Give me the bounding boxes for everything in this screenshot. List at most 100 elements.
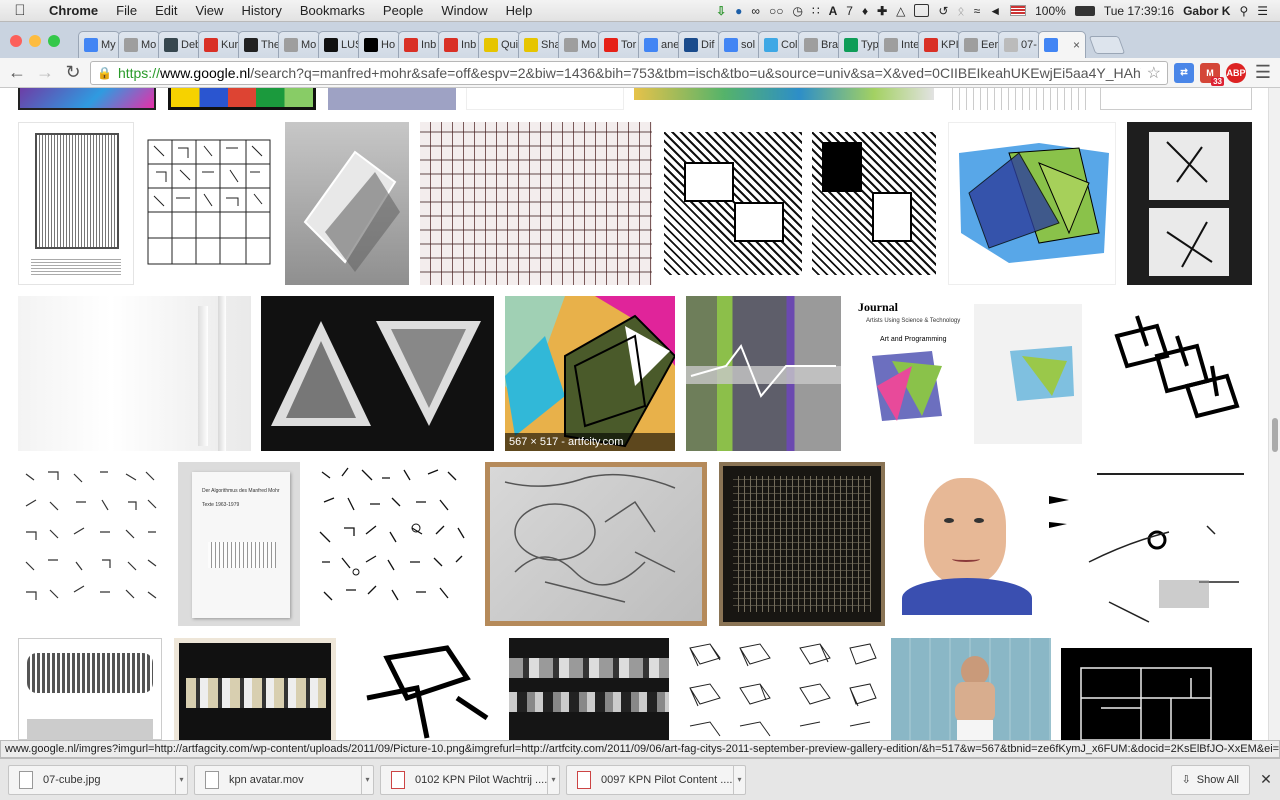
flag-icon[interactable] <box>1010 5 1027 16</box>
image-result[interactable] <box>485 462 707 626</box>
adblock-plus-icon[interactable]: ABP <box>1226 62 1246 83</box>
browser-tab[interactable]: Mo <box>118 31 160 58</box>
browser-tab[interactable]: Sha <box>518 31 560 58</box>
browser-tab[interactable]: sol <box>718 31 760 58</box>
menu-edit[interactable]: Edit <box>146 3 186 18</box>
image-result[interactable] <box>18 638 162 740</box>
image-result[interactable] <box>174 638 336 740</box>
image-result[interactable] <box>1100 88 1252 110</box>
image-result[interactable] <box>466 88 624 110</box>
download-arrow-icon[interactable]: ⇩ <box>716 4 726 18</box>
image-result[interactable] <box>946 88 1090 110</box>
minimize-window-icon[interactable] <box>29 35 41 47</box>
image-result[interactable]: Journal Artists Using Science & Technolo… <box>852 296 1085 451</box>
image-result[interactable] <box>1049 462 1252 626</box>
image-result[interactable] <box>1127 122 1252 285</box>
image-result[interactable] <box>18 88 156 110</box>
image-result[interactable] <box>261 296 494 451</box>
browser-tab[interactable]: Inte <box>878 31 920 58</box>
image-result[interactable] <box>812 132 936 275</box>
image-result[interactable] <box>146 138 272 266</box>
image-result[interactable] <box>896 474 1038 615</box>
image-result[interactable] <box>18 462 166 626</box>
glasses-icon[interactable]: ○○ <box>769 4 784 18</box>
menu-people[interactable]: People <box>374 3 432 18</box>
link-icon[interactable]: ∞ <box>751 4 760 18</box>
chrome-menu-icon[interactable]: ☰ <box>1252 62 1274 84</box>
browser-tab[interactable]: Typ <box>838 31 880 58</box>
menu-view[interactable]: View <box>186 3 232 18</box>
chevron-down-icon[interactable]: ▾ <box>361 765 373 794</box>
battery-icon[interactable] <box>1074 5 1095 16</box>
chevron-down-icon[interactable]: ▾ <box>733 765 745 794</box>
show-all-downloads-button[interactable]: ⇩ Show All <box>1170 764 1250 795</box>
translate-extension-icon[interactable]: ⇄ <box>1174 62 1194 83</box>
browser-tab[interactable]: Mo <box>278 31 320 58</box>
address-bar[interactable]: 🔒 https://www.google.nl/search?q=manfred… <box>90 60 1168 85</box>
grid-icon[interactable]: ∷ <box>812 4 820 18</box>
volume-icon[interactable]: ◄ <box>989 4 1001 18</box>
image-result[interactable] <box>634 88 934 100</box>
browser-tab[interactable]: Eer <box>958 31 1000 58</box>
image-result[interactable] <box>891 638 1051 740</box>
drive-icon[interactable]: △ <box>896 4 905 18</box>
user-name[interactable]: Gabor K <box>1183 4 1230 18</box>
menu-window[interactable]: Window <box>432 3 496 18</box>
timer-icon[interactable]: ◷ <box>792 4 802 18</box>
image-result[interactable] <box>328 88 456 110</box>
image-result[interactable] <box>18 296 251 451</box>
download-item[interactable]: 0102 KPN Pilot Wachtrij ....pdf ▾ <box>380 764 560 795</box>
image-result[interactable] <box>664 132 802 275</box>
browser-tab[interactable]: Dif <box>678 31 720 58</box>
browser-tab[interactable]: Col <box>758 31 800 58</box>
image-result[interactable] <box>719 462 885 626</box>
download-item[interactable]: 0097 KPN Pilot Content ....pdf ▾ <box>566 764 746 795</box>
zoom-window-icon[interactable] <box>48 35 60 47</box>
image-result[interactable] <box>285 122 409 285</box>
chevron-down-icon[interactable]: ▾ <box>175 765 187 794</box>
spotlight-search-icon[interactable]: ⚲ <box>1239 4 1248 18</box>
screen-icon[interactable] <box>914 4 930 17</box>
image-result[interactable]: Der Algorithmus des Manfred Mohr Texte 1… <box>178 462 300 626</box>
page-scrollbar[interactable] <box>1268 88 1280 740</box>
browser-tab[interactable]: Bra <box>798 31 840 58</box>
browser-tab[interactable]: Mo <box>558 31 600 58</box>
dropbox-icon[interactable]: ♦ <box>862 4 868 18</box>
apple-icon[interactable]:  <box>0 2 40 19</box>
chevron-down-icon[interactable]: ▾ <box>547 765 559 794</box>
menu-help[interactable]: Help <box>497 3 542 18</box>
image-result[interactable] <box>1061 648 1252 740</box>
image-result[interactable] <box>312 462 474 626</box>
wifi-icon[interactable]: ≈ <box>974 4 981 18</box>
browser-tab[interactable]: Deb <box>158 31 200 58</box>
adobe-icon[interactable]: A <box>829 4 838 18</box>
image-result[interactable]: 567 × 517 - artfcity.com <box>505 296 675 451</box>
scrollbar-thumb[interactable] <box>1272 418 1278 452</box>
image-result[interactable] <box>1097 296 1252 451</box>
menu-bookmarks[interactable]: Bookmarks <box>291 3 374 18</box>
reload-button[interactable]: ↻ <box>62 62 84 84</box>
download-item[interactable]: kpn avatar.mov ▾ <box>194 764 374 795</box>
download-item[interactable]: 07-cube.jpg ▾ <box>8 764 188 795</box>
close-window-icon[interactable] <box>10 35 22 47</box>
browser-tab[interactable]: KPI <box>918 31 960 58</box>
browser-tab[interactable]: Kur <box>198 31 240 58</box>
new-tab-button[interactable] <box>1088 36 1126 54</box>
browser-tab[interactable]: The <box>238 31 280 58</box>
image-result[interactable] <box>680 638 880 740</box>
browser-tab[interactable]: Qui <box>478 31 520 58</box>
bluetooth-icon[interactable]: ᛟ <box>957 4 964 18</box>
notification-center-icon[interactable]: ☰ <box>1257 4 1268 18</box>
gmail-extension-icon[interactable]: M 33 <box>1200 62 1224 86</box>
image-result[interactable] <box>18 122 134 285</box>
menu-file[interactable]: File <box>107 3 146 18</box>
close-icon[interactable]: ✕ <box>1256 771 1276 788</box>
image-result[interactable] <box>686 296 841 451</box>
back-button[interactable]: ← <box>6 62 28 84</box>
menu-history[interactable]: History <box>232 3 290 18</box>
browser-tab[interactable]: Tor <box>598 31 640 58</box>
browser-tab[interactable]: My <box>78 31 120 58</box>
image-result[interactable] <box>948 122 1116 285</box>
address-url[interactable]: https://www.google.nl/search?q=manfred+m… <box>118 65 1141 81</box>
browser-tab[interactable]: Ho <box>358 31 400 58</box>
